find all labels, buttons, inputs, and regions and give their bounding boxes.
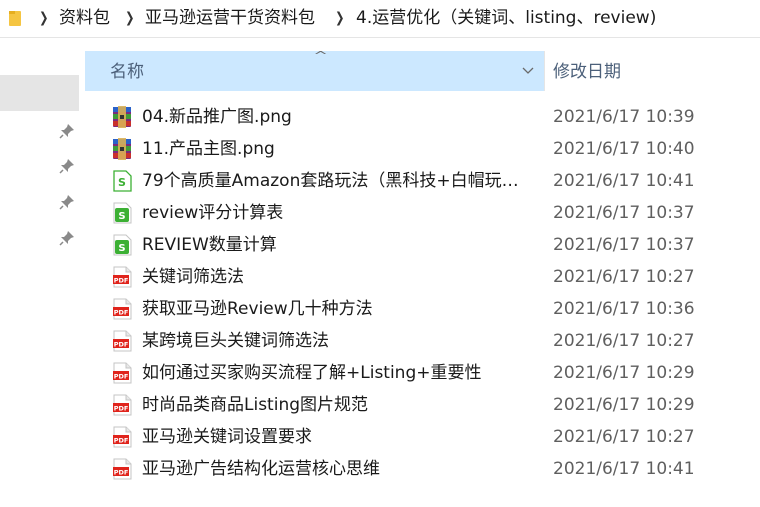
- svg-text:PDF: PDF: [114, 468, 129, 476]
- pin-icon: [59, 124, 74, 139]
- file-name[interactable]: review评分计算表: [142, 202, 283, 224]
- file-row[interactable]: PDF 获取亚马逊Review几十种方法 2021/6/17 10:36: [85, 293, 760, 325]
- pdf-icon: PDF: [112, 426, 132, 448]
- file-date-modified: 2021/6/17 10:36: [553, 299, 695, 319]
- file-date-modified: 2021/6/17 10:37: [553, 235, 695, 255]
- svg-text:PDF: PDF: [114, 276, 129, 284]
- file-row[interactable]: S REVIEW数量计算 2021/6/17 10:37: [85, 229, 760, 261]
- file-name[interactable]: 某跨境巨头关键词筛选法: [142, 330, 329, 352]
- breadcrumb-item-amazon-pack[interactable]: 亚马逊运营干货资料包: [145, 7, 315, 29]
- address-bar[interactable]: ❯ 资料包 ❯ 亚马逊运营干货资料包 ❯ 4.运营优化（关键词、listing、…: [0, 0, 760, 38]
- file-name[interactable]: 时尚品类商品Listing图片规范: [142, 394, 368, 416]
- pdf-icon: PDF: [112, 394, 132, 416]
- pin-icon: [59, 195, 74, 210]
- column-header-name-label: 名称: [110, 62, 144, 82]
- file-date-modified: 2021/6/17 10:27: [553, 331, 695, 351]
- pdf-icon: PDF: [112, 330, 132, 352]
- file-list: 04.新品推广图.png 2021/6/17 10:39 11.产品主图.png 20…: [85, 101, 760, 485]
- file-row[interactable]: 04.新品推广图.png 2021/6/17 10:39: [85, 101, 760, 133]
- file-row[interactable]: PDF 某跨境巨头关键词筛选法 2021/6/17 10:27: [85, 325, 760, 357]
- file-date-modified: 2021/6/17 10:29: [553, 363, 695, 383]
- pdf-icon: PDF: [112, 362, 132, 384]
- breadcrumb-item-current-folder[interactable]: 4.运营优化（关键词、listing、review): [356, 7, 656, 29]
- file-row[interactable]: PDF 亚马逊关键词设置要求 2021/6/17 10:27: [85, 421, 760, 453]
- svg-text:S: S: [118, 211, 125, 222]
- file-row[interactable]: PDF 如何通过买家购买流程了解+Listing+重要性 2021/6/17 10:…: [85, 357, 760, 389]
- spreadsheet-outline-icon: S: [112, 170, 132, 192]
- file-date-modified: 2021/6/17 10:37: [553, 203, 695, 223]
- file-name[interactable]: 04.新品推广图.png: [142, 106, 292, 128]
- chevron-right-icon: ❯: [39, 10, 49, 26]
- file-date-modified: 2021/6/17 10:40: [553, 139, 695, 159]
- spreadsheet-icon: S: [112, 202, 132, 224]
- nav-item-selected[interactable]: [0, 75, 79, 111]
- file-date-modified: 2021/6/17 10:27: [553, 267, 695, 287]
- column-header-name[interactable]: ^ 名称: [85, 49, 544, 91]
- column-divider[interactable]: [544, 51, 545, 91]
- file-row[interactable]: 11.产品主图.png 2021/6/17 10:40: [85, 133, 760, 165]
- file-name[interactable]: 关键词筛选法: [142, 266, 244, 288]
- file-row[interactable]: Sreview评分计算表 2021/6/17 10:37: [85, 197, 760, 229]
- file-date-modified: 2021/6/17 10:41: [553, 459, 695, 479]
- pin-icon: [59, 159, 74, 174]
- file-name[interactable]: REVIEW数量计算: [142, 234, 277, 256]
- file-row[interactable]: PDF 时尚品类商品Listing图片规范 2021/6/17 10:29: [85, 389, 760, 421]
- sort-ascending-icon: ^: [313, 49, 328, 62]
- svg-text:PDF: PDF: [114, 436, 129, 444]
- file-row[interactable]: PDF 亚马逊广告结构化运营核心思维 2021/6/17 10:41: [85, 453, 760, 485]
- pdf-icon: PDF: [112, 266, 132, 288]
- file-date-modified: 2021/6/17 10:39: [553, 107, 695, 127]
- file-name[interactable]: 79个高质量Amazon套路玩法（黑科技+白帽玩…: [142, 170, 519, 192]
- chevron-right-icon[interactable]: ❯: [125, 8, 134, 28]
- svg-text:PDF: PDF: [114, 308, 129, 316]
- svg-text:PDF: PDF: [114, 340, 129, 348]
- file-name[interactable]: 如何通过买家购买流程了解+Listing+重要性: [142, 362, 482, 384]
- winrar-archive-icon: [112, 106, 132, 128]
- file-name[interactable]: 亚马逊广告结构化运营核心思维: [142, 458, 380, 480]
- svg-text:S: S: [118, 243, 125, 254]
- column-header-date[interactable]: 修改日期: [553, 61, 621, 83]
- file-date-modified: 2021/6/17 10:27: [553, 427, 695, 447]
- pdf-icon: PDF: [112, 458, 132, 480]
- svg-text:PDF: PDF: [114, 372, 129, 380]
- file-name[interactable]: 获取亚马逊Review几十种方法: [142, 298, 373, 320]
- chevron-right-icon[interactable]: ❯: [335, 8, 344, 28]
- file-date-modified: 2021/6/17 10:29: [553, 395, 695, 415]
- svg-text:PDF: PDF: [114, 404, 129, 412]
- breadcrumb-item-resource[interactable]: 资料包: [59, 7, 110, 29]
- spreadsheet-icon: S: [112, 234, 132, 256]
- file-name[interactable]: 亚马逊关键词设置要求: [142, 426, 312, 448]
- chevron-down-icon[interactable]: [522, 64, 534, 76]
- file-row[interactable]: S 79个高质量Amazon套路玩法（黑科技+白帽玩… 2021/6/17 10:4…: [85, 165, 760, 197]
- pdf-icon: PDF: [112, 298, 132, 320]
- pin-icon: [59, 231, 74, 246]
- svg-text:S: S: [118, 176, 126, 189]
- winrar-archive-icon: [112, 138, 132, 160]
- folder-icon: [9, 11, 21, 26]
- navigation-pane: [0, 38, 84, 507]
- file-row[interactable]: PDF 关键词筛选法 2021/6/17 10:27: [85, 261, 760, 293]
- file-name[interactable]: 11.产品主图.png: [142, 138, 275, 160]
- file-date-modified: 2021/6/17 10:41: [553, 171, 695, 191]
